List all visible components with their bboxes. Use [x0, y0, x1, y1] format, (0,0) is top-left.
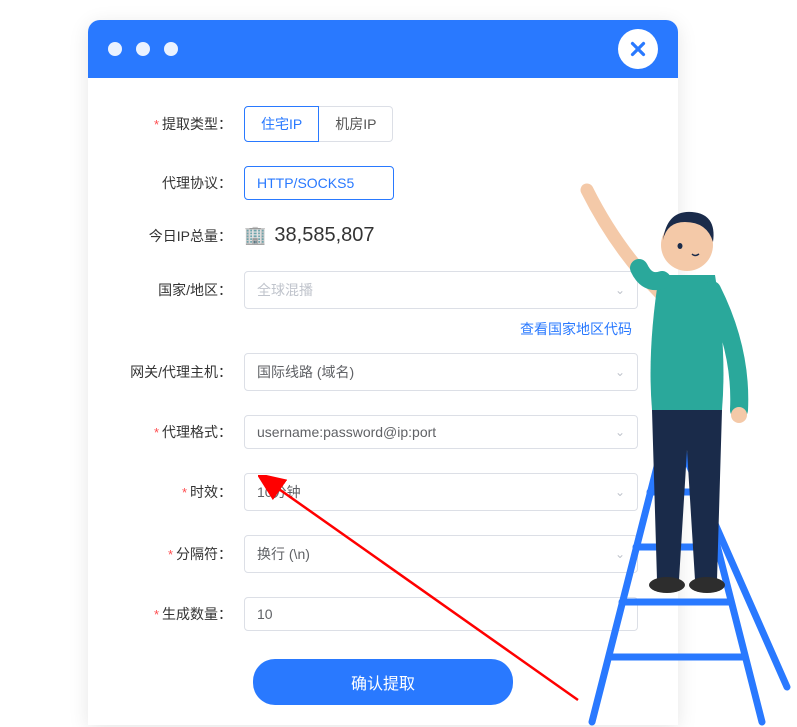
row-duration: *时效： 10分钟 ⌄: [128, 473, 638, 511]
format-select[interactable]: username:password@ip:port ⌄: [244, 415, 638, 449]
titlebar: [88, 20, 678, 78]
titlebar-dot: [164, 42, 178, 56]
protocol-control: HTTP/SOCKS5: [244, 166, 638, 200]
duration-control: 10分钟 ⌄: [244, 473, 638, 511]
tab-residential-ip[interactable]: 住宅IP: [244, 106, 319, 142]
label-duration: *时效：: [128, 482, 244, 502]
duration-select[interactable]: 10分钟 ⌄: [244, 473, 638, 511]
extract-form: *提取类型： 住宅IP 机房IP 代理协议： HTTP/SOCKS5 今日IP总…: [88, 78, 678, 725]
row-protocol: 代理协议： HTTP/SOCKS5: [128, 166, 638, 200]
label-extract-type: *提取类型：: [128, 114, 244, 134]
chevron-down-icon: ⌄: [615, 425, 625, 439]
chevron-down-icon: ⌄: [615, 547, 625, 561]
label-country: 国家/地区：: [128, 280, 244, 300]
required-mark: *: [154, 425, 159, 440]
row-separator: *分隔符： 换行 (\n) ⌄: [128, 535, 638, 573]
titlebar-dots: [108, 42, 178, 56]
submit-row: 确认提取: [128, 659, 638, 705]
count-input[interactable]: [244, 597, 638, 631]
close-icon: [627, 38, 649, 60]
config-window: *提取类型： 住宅IP 机房IP 代理协议： HTTP/SOCKS5 今日IP总…: [88, 20, 678, 725]
tab-datacenter-ip[interactable]: 机房IP: [319, 106, 393, 142]
submit-button[interactable]: 确认提取: [253, 659, 513, 705]
protocol-value: HTTP/SOCKS5: [257, 175, 354, 191]
country-control: 全球混播 ⌄: [244, 271, 638, 309]
chevron-down-icon: ⌄: [615, 283, 625, 297]
chevron-down-icon: ⌄: [615, 485, 625, 499]
duration-value: 10分钟: [257, 482, 301, 502]
row-country: 国家/地区： 全球混播 ⌄: [128, 271, 638, 309]
titlebar-dot: [136, 42, 150, 56]
label-count: *生成数量：: [128, 604, 244, 624]
format-control: username:password@ip:port ⌄: [244, 415, 638, 449]
required-mark: *: [168, 547, 173, 562]
label-protocol: 代理协议：: [128, 173, 244, 193]
row-ip-total: 今日IP总量： 🏢 38,585,807: [128, 224, 638, 247]
separator-select[interactable]: 换行 (\n) ⌄: [244, 535, 638, 573]
required-mark: *: [154, 607, 159, 622]
label-gateway: 网关/代理主机：: [128, 362, 244, 382]
row-format: *代理格式： username:password@ip:port ⌄: [128, 415, 638, 449]
separator-value: 换行 (\n): [257, 544, 310, 564]
label-separator: *分隔符：: [128, 544, 244, 564]
row-gateway: 网关/代理主机： 国际线路 (域名) ⌄: [128, 353, 638, 391]
close-button[interactable]: [618, 29, 658, 69]
ip-total-value: 38,585,807: [274, 224, 374, 247]
row-count: *生成数量：: [128, 597, 638, 631]
gateway-control: 国际线路 (域名) ⌄: [244, 353, 638, 391]
gateway-select[interactable]: 国际线路 (域名) ⌄: [244, 353, 638, 391]
label-ip-total: 今日IP总量：: [128, 226, 244, 246]
required-mark: *: [154, 117, 159, 132]
titlebar-dot: [108, 42, 122, 56]
label-format: *代理格式：: [128, 422, 244, 442]
country-code-link-row: 查看国家地区代码: [128, 319, 638, 339]
format-value: username:password@ip:port: [257, 424, 436, 440]
required-mark: *: [182, 485, 187, 500]
country-placeholder: 全球混播: [257, 280, 313, 300]
country-select[interactable]: 全球混播 ⌄: [244, 271, 638, 309]
separator-control: 换行 (\n) ⌄: [244, 535, 638, 573]
row-extract-type: *提取类型： 住宅IP 机房IP: [128, 106, 638, 142]
chevron-down-icon: ⌄: [615, 365, 625, 379]
protocol-select[interactable]: HTTP/SOCKS5: [244, 166, 394, 200]
ip-total-display: 🏢 38,585,807: [244, 224, 638, 247]
building-icon: 🏢: [244, 225, 266, 246]
extract-type-group: 住宅IP 机房IP: [244, 106, 638, 142]
count-control: [244, 597, 638, 631]
gateway-value: 国际线路 (域名): [257, 362, 354, 382]
view-country-code-link[interactable]: 查看国家地区代码: [520, 319, 632, 339]
